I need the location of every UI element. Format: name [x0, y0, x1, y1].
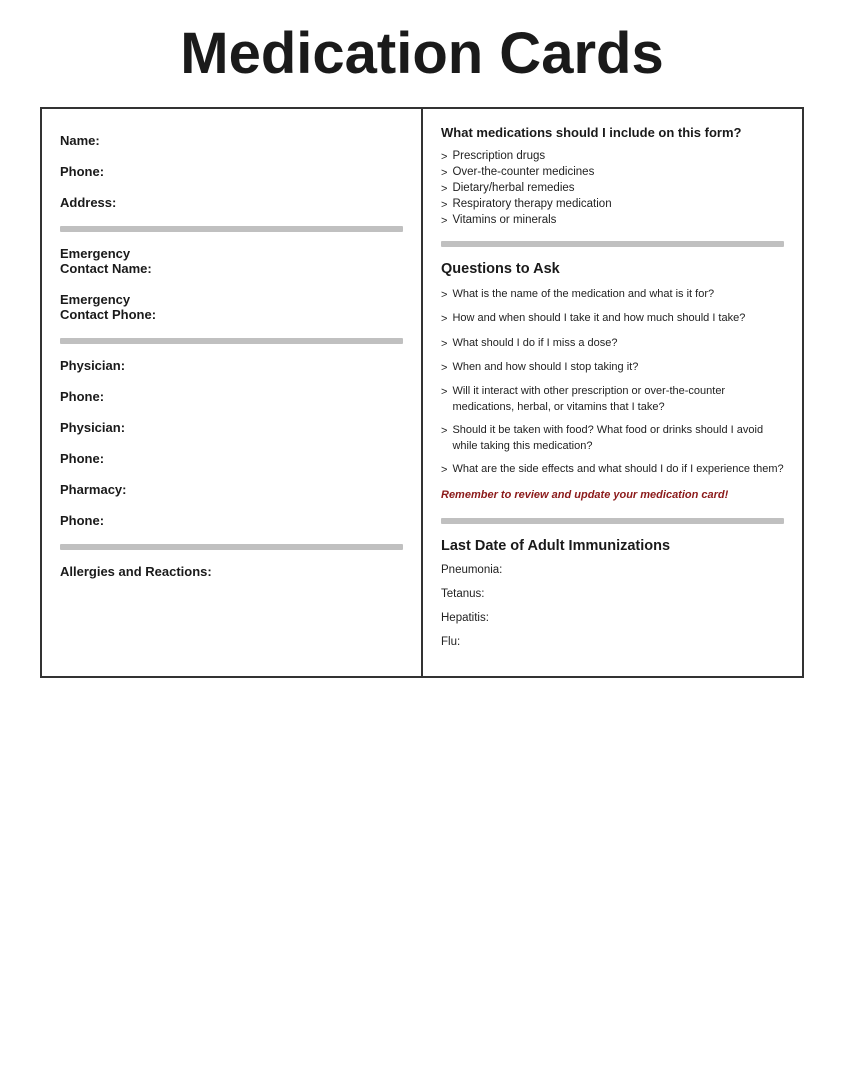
reminder-text: Remember to review and update your medic…	[441, 488, 784, 503]
arrow-icon: >	[441, 463, 447, 478]
list-item: > Vitamins or minerals	[441, 214, 784, 227]
divider-1	[60, 226, 403, 232]
arrow-icon: >	[441, 312, 447, 327]
question-item: > Will it interact with other prescripti…	[441, 384, 784, 415]
physician1-label: Physician:	[60, 358, 403, 373]
questions-title: Questions to Ask	[441, 261, 784, 277]
question-item: > What are the side effects and what sho…	[441, 462, 784, 478]
question-text: Should it be taken with food? What food …	[452, 423, 784, 454]
what-medications-title: What medications should I include on thi…	[441, 125, 784, 142]
name-label: Name:	[60, 133, 403, 148]
list-item: > Over-the-counter medicines	[441, 166, 784, 179]
list-item-text: Vitamins or minerals	[452, 214, 556, 227]
list-item-text: Prescription drugs	[452, 150, 545, 163]
arrow-icon: >	[441, 151, 447, 163]
what-medications-section: What medications should I include on thi…	[441, 125, 784, 227]
question-text: Will it interact with other prescription…	[452, 384, 784, 415]
question-item: > Should it be taken with food? What foo…	[441, 423, 784, 454]
question-item: > When and how should I stop taking it?	[441, 360, 784, 376]
divider-right-1	[441, 241, 784, 247]
flu-label: Flu:	[441, 636, 784, 648]
arrow-icon: >	[441, 385, 447, 415]
question-text: What are the side effects and what shoul…	[452, 462, 783, 478]
divider-2	[60, 338, 403, 344]
cards-container: Name: Phone: Address: Emergency Contact …	[40, 107, 804, 678]
physician1-phone-label: Phone:	[60, 389, 403, 404]
divider-right-2	[441, 518, 784, 524]
physician2-phone-label: Phone:	[60, 451, 403, 466]
right-card: What medications should I include on thi…	[423, 109, 802, 676]
phone-label: Phone:	[60, 164, 403, 179]
address-label: Address:	[60, 195, 403, 210]
left-card: Name: Phone: Address: Emergency Contact …	[42, 109, 423, 676]
arrow-icon: >	[441, 288, 447, 303]
physician2-label: Physician:	[60, 420, 403, 435]
list-item: > Prescription drugs	[441, 150, 784, 163]
arrow-icon: >	[441, 183, 447, 195]
question-text: When and how should I stop taking it?	[452, 360, 638, 376]
emergency-contact-phone-label: Emergency Contact Phone:	[60, 292, 403, 322]
pneumonia-label: Pneumonia:	[441, 564, 784, 576]
arrow-icon: >	[441, 167, 447, 179]
question-text: What should I do if I miss a dose?	[452, 336, 617, 352]
list-item-text: Respiratory therapy medication	[452, 198, 611, 211]
question-text: How and when should I take it and how mu…	[452, 311, 745, 327]
list-item: > Dietary/herbal remedies	[441, 182, 784, 195]
pharmacy-phone-label: Phone:	[60, 513, 403, 528]
immunizations-section: Last Date of Adult Immunizations Pneumon…	[441, 538, 784, 648]
arrow-icon: >	[441, 361, 447, 376]
list-item: > Respiratory therapy medication	[441, 198, 784, 211]
tetanus-label: Tetanus:	[441, 588, 784, 600]
emergency-contact-name-label: Emergency Contact Name:	[60, 246, 403, 276]
arrow-icon: >	[441, 424, 447, 454]
question-text: What is the name of the medication and w…	[452, 287, 714, 303]
arrow-icon: >	[441, 215, 447, 227]
allergies-label: Allergies and Reactions:	[60, 564, 403, 579]
list-item-text: Over-the-counter medicines	[452, 166, 594, 179]
immunizations-title: Last Date of Adult Immunizations	[441, 538, 784, 554]
list-item-text: Dietary/herbal remedies	[452, 182, 574, 195]
question-item: > What is the name of the medication and…	[441, 287, 784, 303]
pharmacy-label: Pharmacy:	[60, 482, 403, 497]
questions-section: Questions to Ask > What is the name of t…	[441, 261, 784, 504]
page-title: Medication Cards	[40, 20, 804, 87]
question-item: > What should I do if I miss a dose?	[441, 336, 784, 352]
arrow-icon: >	[441, 337, 447, 352]
what-medications-list: > Prescription drugs > Over-the-counter …	[441, 150, 784, 227]
question-item: > How and when should I take it and how …	[441, 311, 784, 327]
arrow-icon: >	[441, 199, 447, 211]
divider-3	[60, 544, 403, 550]
hepatitis-label: Hepatitis:	[441, 612, 784, 624]
